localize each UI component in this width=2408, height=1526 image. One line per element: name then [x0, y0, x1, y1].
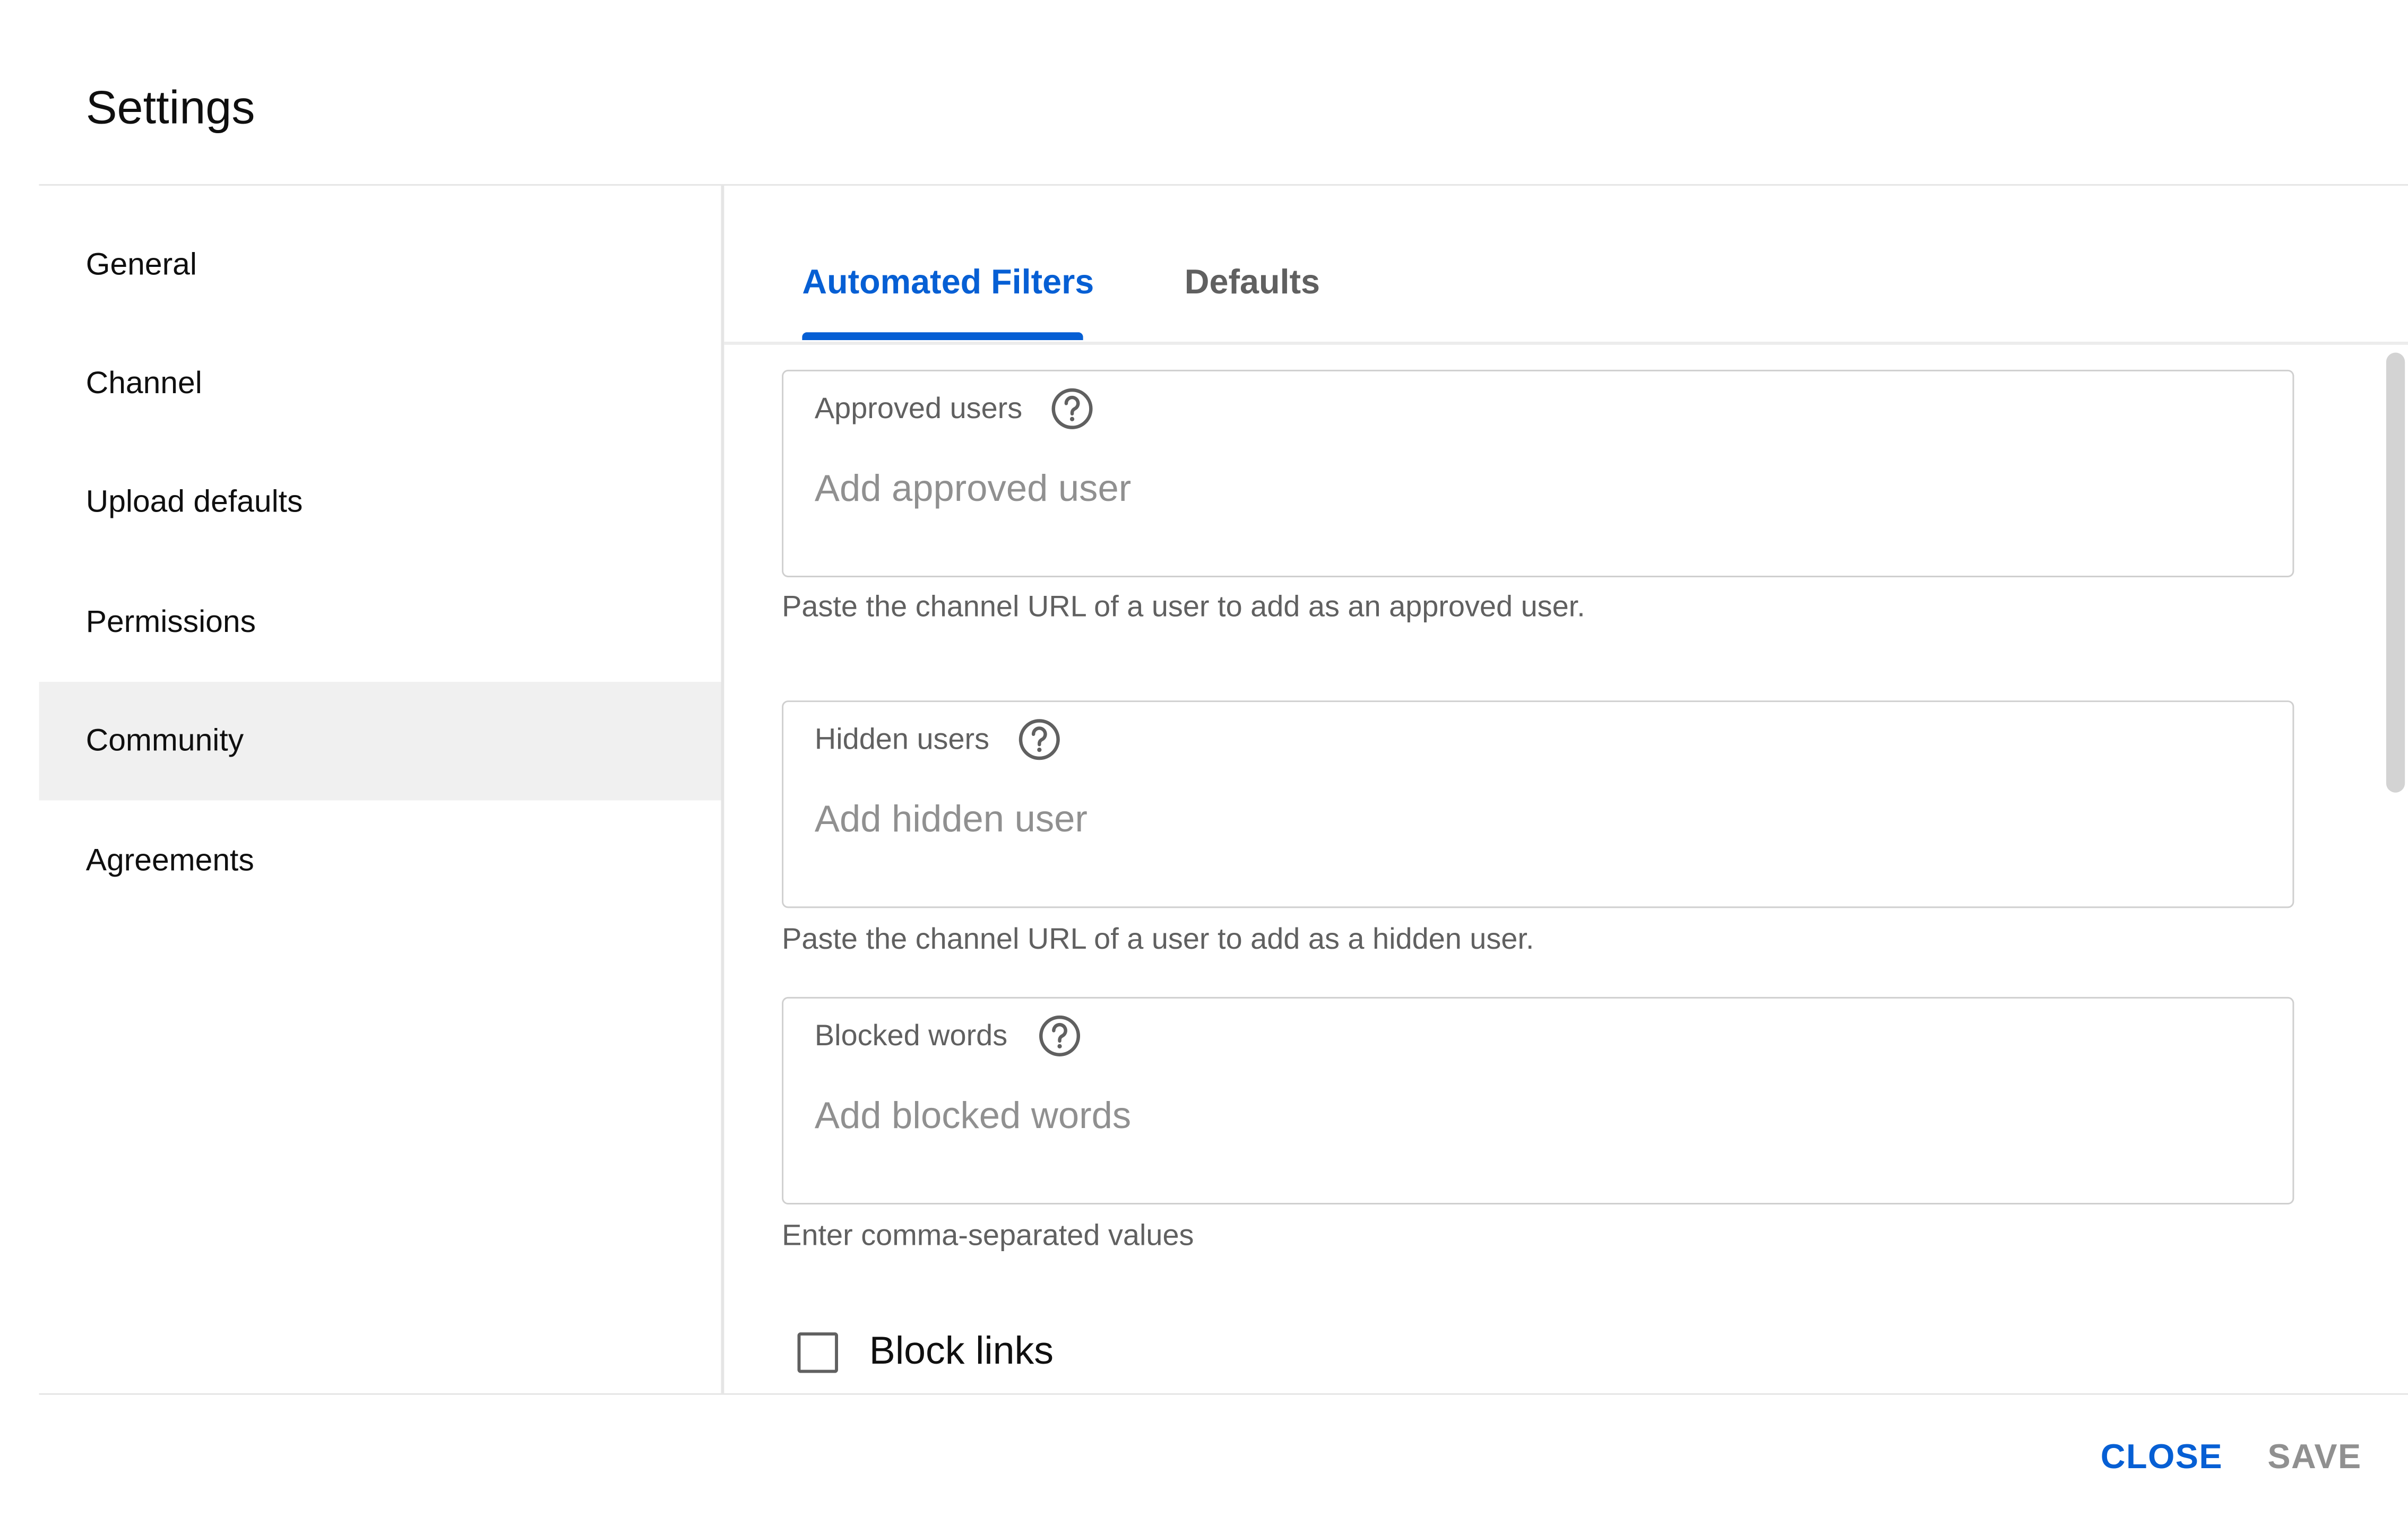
- sidebar-item-label: Community: [85, 723, 244, 758]
- hidden-users-label: Hidden users: [814, 724, 990, 757]
- block-links-option[interactable]: Block links: [797, 1329, 1054, 1374]
- sidebar-item-label: Permissions: [85, 604, 256, 639]
- help-circle-icon[interactable]: [1036, 1012, 1083, 1059]
- sidebar-divider: [721, 185, 724, 1393]
- hidden-users-input[interactable]: [814, 799, 2251, 843]
- sidebar-item-label: General: [85, 247, 197, 282]
- sidebar-item-channel[interactable]: Channel: [39, 325, 721, 443]
- blocked-words-input[interactable]: [814, 1095, 2251, 1139]
- help-circle-icon[interactable]: [1016, 716, 1063, 763]
- hidden-users-helper: Paste the channel URL of a user to add a…: [782, 923, 1534, 957]
- blocked-words-helper: Enter comma-separated values: [782, 1220, 1194, 1253]
- footer-divider: [39, 1393, 2408, 1395]
- settings-dialog: Settings General Channel Upload defaults…: [0, 0, 2408, 1526]
- approved-users-label: Approved users: [814, 393, 1023, 426]
- sidebar-item-community[interactable]: Community: [39, 681, 721, 801]
- approved-users-field[interactable]: Approved users: [782, 369, 2294, 577]
- blocked-words-field[interactable]: Blocked words: [782, 996, 2294, 1204]
- dialog-title: Settings: [85, 82, 255, 134]
- scrollbar-thumb[interactable]: [2386, 352, 2405, 793]
- sidebar-item-permissions[interactable]: Permissions: [39, 563, 721, 681]
- tab-automated-filters[interactable]: Automated Filters: [802, 257, 1094, 307]
- active-tab-indicator: [802, 332, 1083, 341]
- tab-defaults[interactable]: Defaults: [1185, 257, 1320, 307]
- sidebar-item-upload-defaults[interactable]: Upload defaults: [39, 443, 721, 561]
- sidebar-item-label: Agreements: [85, 843, 254, 878]
- close-button[interactable]: CLOSE: [2101, 1432, 2223, 1482]
- block-links-checkbox[interactable]: [797, 1331, 838, 1373]
- sidebar-item-general[interactable]: General: [39, 206, 721, 324]
- block-links-label: Block links: [869, 1329, 1054, 1373]
- save-button[interactable]: SAVE: [2267, 1432, 2361, 1482]
- sidebar-item-label: Upload defaults: [85, 484, 303, 519]
- approved-users-helper: Paste the channel URL of a user to add a…: [782, 591, 1585, 625]
- hidden-users-field[interactable]: Hidden users: [782, 700, 2294, 908]
- blocked-words-label: Blocked words: [814, 1020, 1008, 1053]
- sidebar-item-agreements[interactable]: Agreements: [39, 802, 721, 920]
- settings-sidebar: General Channel Upload defaults Permissi…: [39, 206, 721, 1393]
- sidebar-item-label: Channel: [85, 366, 202, 401]
- community-tabs: Automated Filters Defaults: [724, 186, 2408, 343]
- approved-users-input[interactable]: [814, 468, 2251, 512]
- tabs-divider: [724, 341, 2408, 345]
- help-circle-icon[interactable]: [1049, 385, 1095, 432]
